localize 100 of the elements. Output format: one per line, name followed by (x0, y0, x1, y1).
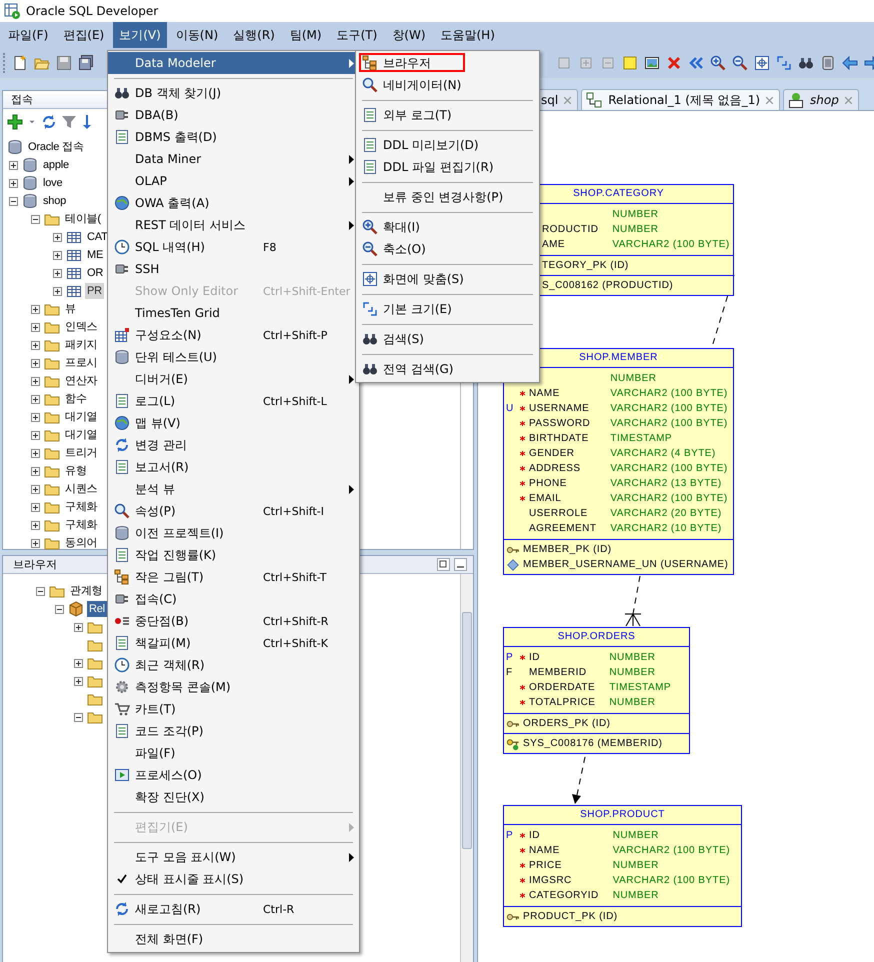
expand-icon[interactable] (31, 376, 40, 386)
tree-item[interactable]: 트리거 (63, 445, 100, 461)
minimize-icon[interactable] (454, 558, 467, 571)
menu-item[interactable]: OWA 출력(A) (108, 192, 359, 214)
binoculars-icon[interactable] (798, 55, 814, 71)
back-arrow-icon[interactable] (842, 55, 858, 71)
tree-item[interactable]: 인덱스 (63, 319, 100, 335)
menu-item[interactable]: 작업 진행률(K) (108, 544, 359, 566)
menu-item[interactable]: TimesTen Grid (108, 302, 359, 324)
tree-item[interactable]: OR (85, 265, 106, 281)
menu-item[interactable]: Data Miner (108, 148, 359, 170)
expand-icon[interactable] (31, 340, 40, 350)
tree-item[interactable]: 대기열 (63, 427, 100, 443)
expand-icon[interactable] (31, 304, 40, 314)
database-icon[interactable] (820, 55, 836, 71)
menu-item[interactable]: 보류 중인 변경사항(P) (356, 186, 539, 208)
expand-icon[interactable] (31, 322, 40, 332)
filter-icon[interactable] (61, 114, 77, 130)
tree-item[interactable]: 구체화 (63, 499, 100, 515)
panel-tab[interactable]: 접속 (3, 92, 41, 107)
editor-tab[interactable]: shop (783, 89, 859, 110)
expand-icon[interactable] (53, 286, 62, 296)
expand-icon[interactable] (53, 250, 62, 260)
expand-icon[interactable] (31, 502, 40, 512)
tree-item[interactable]: shop (41, 193, 68, 209)
menu-item[interactable]: 분석 뷰 (108, 478, 359, 500)
menu-item[interactable]: 프로세스(O) (108, 764, 359, 786)
menu-item[interactable]: DB 객체 찾기(J) (108, 82, 359, 104)
menu-item[interactable]: 확대(I) (356, 216, 539, 238)
tree-item[interactable]: 대기열 (63, 409, 100, 425)
collapse-icon[interactable] (74, 712, 83, 722)
expand-icon[interactable] (9, 160, 18, 170)
editor-tab[interactable]: Relational_1 (제목 없음_1) (581, 89, 780, 110)
menu-item[interactable]: 최근 객체(R) (108, 654, 359, 676)
expand-icon[interactable] (74, 676, 83, 686)
menu-item[interactable]: 변경 관리 (108, 434, 359, 456)
menu-item[interactable]: 구성요소(N) Ctrl+Shift-P (108, 324, 359, 346)
menu-item[interactable]: 전체 화면(F) (108, 928, 359, 950)
tree-item[interactable]: Rel (87, 601, 107, 617)
menu-item[interactable]: SQL 내역(H) F8 (108, 236, 359, 258)
menu-item[interactable]: 카트(T) (108, 698, 359, 720)
refresh-icon[interactable] (41, 114, 57, 130)
tree-item[interactable]: 동의어 (63, 535, 100, 551)
tree-item[interactable]: 구체화 (63, 517, 100, 533)
zoom-out-icon[interactable] (732, 55, 748, 71)
menu-bar-item[interactable]: 도움말(H) (434, 22, 501, 48)
expand-icon[interactable] (31, 358, 40, 368)
menu-item[interactable]: 접속(C) (108, 588, 359, 610)
restore-icon[interactable] (437, 558, 450, 571)
menu-bar-item[interactable]: 실행(R) (227, 22, 281, 48)
note-icon[interactable] (622, 55, 638, 71)
expand-icon[interactable] (31, 412, 40, 422)
menu-item[interactable]: 작은 그림(T) Ctrl+Shift-T (108, 566, 359, 588)
tree-item[interactable]: Oracle 접속 (26, 139, 86, 155)
menu-bar-item[interactable]: 보기(V) (113, 22, 167, 48)
menu-item[interactable]: 전역 검색(G) (356, 358, 539, 380)
tree-item[interactable]: CAT (85, 229, 110, 245)
tree-item[interactable]: 유형 (63, 463, 89, 479)
expand-icon[interactable] (31, 394, 40, 404)
menu-bar-item[interactable]: 팀(M) (284, 22, 328, 48)
expand-icon[interactable] (53, 232, 62, 242)
menu-item[interactable]: 이전 프로젝트(I) (108, 522, 359, 544)
menu-item[interactable]: 단위 테스트(U) (108, 346, 359, 368)
collapse-icon[interactable] (31, 214, 40, 224)
menu-item[interactable]: 맵 뷰(V) (108, 412, 359, 434)
tree-item[interactable]: ME (85, 247, 106, 263)
menu-item[interactable]: 검색(S) (356, 328, 539, 350)
menu-item[interactable]: DBMS 출력(D) (108, 126, 359, 148)
expand-icon[interactable] (31, 448, 40, 458)
menu-item[interactable]: 측정항목 콘솔(M) (108, 676, 359, 698)
tree-item[interactable]: PR (85, 283, 104, 299)
expand-icon[interactable] (31, 520, 40, 530)
double-chevron-icon[interactable] (688, 55, 704, 71)
expand-icon[interactable] (9, 178, 18, 188)
menu-item[interactable]: 축소(O) (356, 238, 539, 260)
tree-item[interactable]: 연산자 (63, 373, 100, 389)
menu-item[interactable]: 중단점(B) Ctrl+Shift-R (108, 610, 359, 632)
collapse-icon[interactable] (9, 196, 18, 206)
close-icon[interactable] (766, 96, 774, 104)
save-icon[interactable] (56, 55, 72, 71)
expand-icon[interactable] (31, 538, 40, 548)
fit-icon[interactable] (754, 55, 770, 71)
tree-item[interactable]: 시퀀스 (63, 481, 100, 497)
tree-item[interactable]: 함수 (63, 391, 89, 407)
menu-item[interactable]: 보고서(R) (108, 456, 359, 478)
expand-icon[interactable] (74, 622, 83, 632)
tree-item[interactable]: love (41, 175, 64, 191)
menu-bar-item[interactable]: 파일(F) (2, 22, 54, 48)
expand-icon[interactable] (74, 658, 83, 668)
menu-item[interactable]: REST 데이터 서비스 (108, 214, 359, 236)
expand-icon[interactable] (31, 484, 40, 494)
scrollbar[interactable] (460, 574, 473, 962)
menu-bar-item[interactable]: 이동(N) (170, 22, 224, 48)
tree-item[interactable]: 관계형 (68, 583, 104, 599)
menu-item[interactable]: 외부 로그(T) (356, 104, 539, 126)
image-icon[interactable] (644, 55, 660, 71)
menu-bar-item[interactable]: 도구(T) (330, 22, 384, 48)
menu-item[interactable]: 파일(F) (108, 742, 359, 764)
expand-icon[interactable] (53, 268, 62, 278)
menu-item[interactable]: 로그(L) Ctrl+Shift-L (108, 390, 359, 412)
